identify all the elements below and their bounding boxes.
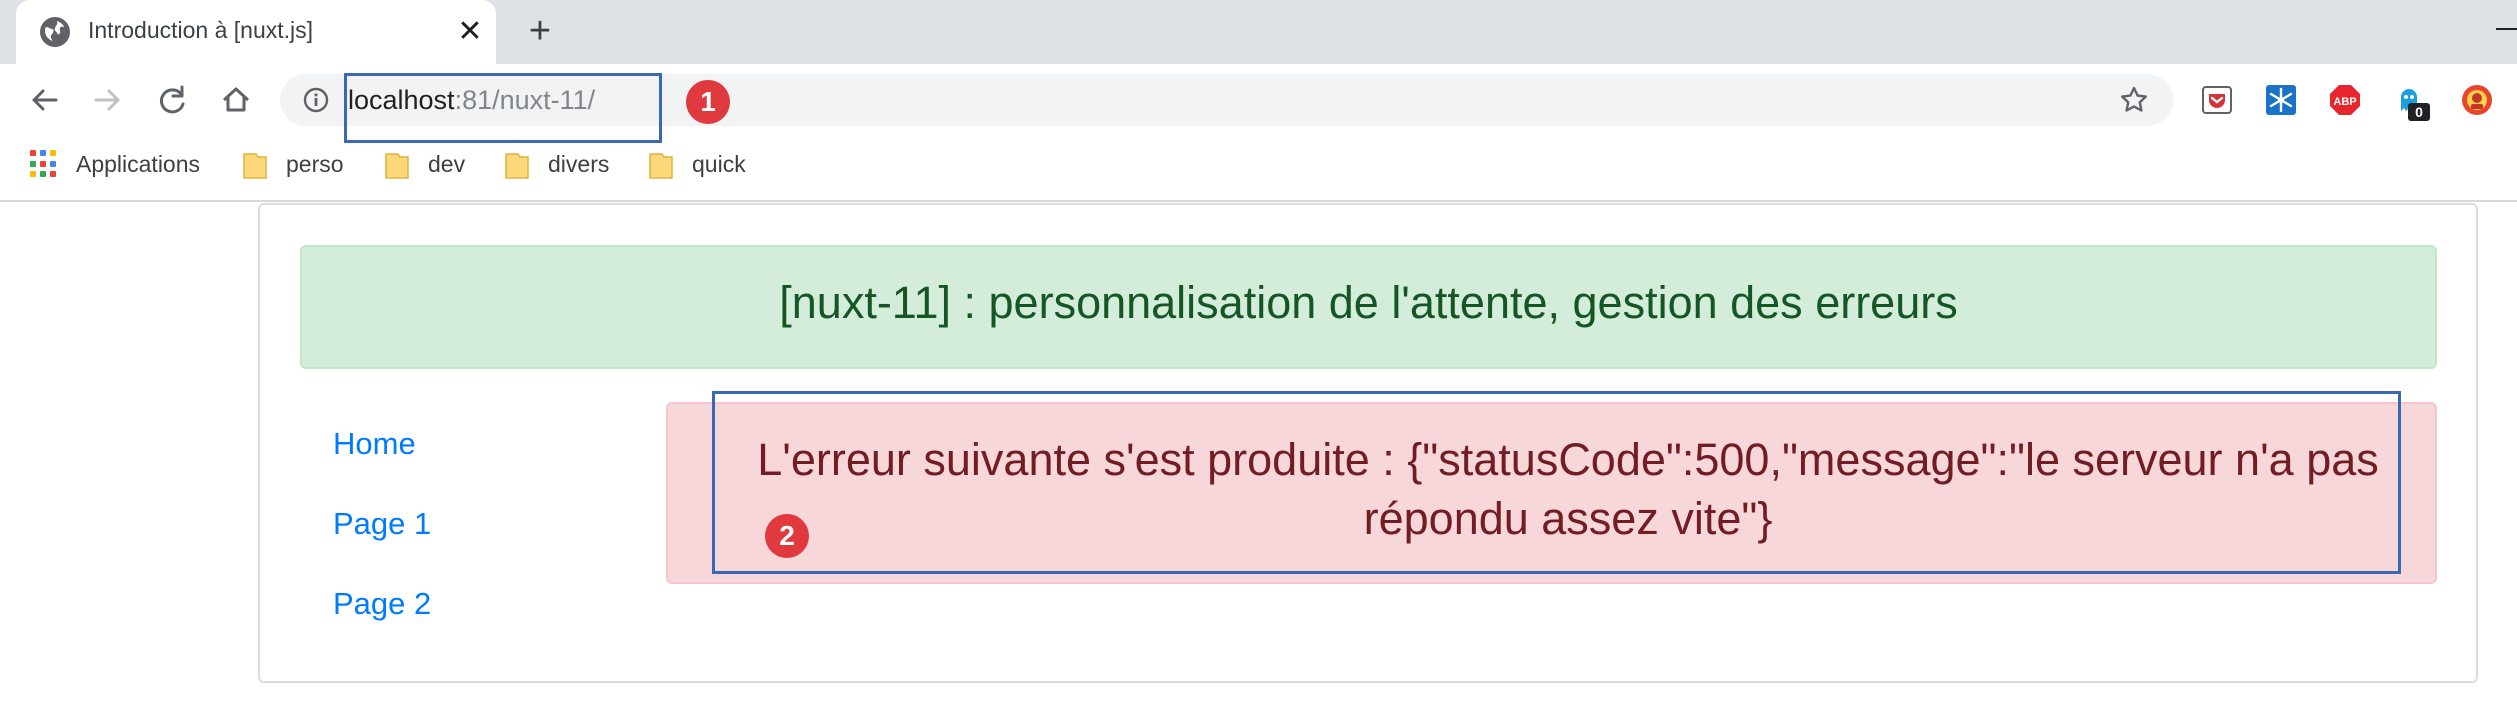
- bookmark-label: Applications: [76, 150, 201, 177]
- bookmark-applications[interactable]: Applications: [28, 148, 200, 180]
- svg-text:ABP: ABP: [2333, 96, 2356, 108]
- nav-link-page-1[interactable]: Page 1: [333, 504, 431, 544]
- tab-strip: Introduction à [nuxt.js] ✕ +: [0, 0, 2517, 64]
- bookmarks-bar: Applications perso dev divers quick: [0, 136, 2517, 202]
- page-title: [nuxt-11] : personnalisation de l'attent…: [779, 277, 1958, 328]
- bookmark-folder-perso[interactable]: perso: [242, 148, 344, 180]
- bookmark-label: dev: [428, 150, 466, 177]
- reload-icon[interactable]: [152, 80, 192, 120]
- pocket-icon[interactable]: [2200, 83, 2234, 117]
- extension-badge-count: 0: [2408, 103, 2430, 121]
- annotation-box-error: [712, 391, 2401, 574]
- bookmark-label: perso: [286, 150, 344, 177]
- tab-close-icon[interactable]: ✕: [452, 14, 488, 50]
- bookmark-folder-quick[interactable]: quick: [648, 148, 746, 180]
- extension-avatar-icon[interactable]: [2460, 83, 2494, 117]
- minimize-window-button[interactable]: [2490, 6, 2517, 36]
- folder-icon: [504, 151, 530, 179]
- bookmark-star-icon[interactable]: [2118, 84, 2150, 116]
- apps-grid-icon: [30, 150, 58, 178]
- folder-icon: [242, 151, 268, 179]
- nav-link-home[interactable]: Home: [333, 424, 416, 464]
- annotation-marker-2: 2: [765, 514, 809, 558]
- bookmark-label: quick: [692, 150, 746, 177]
- bookmark-label: divers: [548, 150, 610, 177]
- browser-tab[interactable]: Introduction à [nuxt.js] ✕: [16, 0, 496, 64]
- forward-arrow-icon[interactable]: [88, 80, 128, 120]
- page-header: [nuxt-11] : personnalisation de l'attent…: [300, 245, 2437, 369]
- annotation-box-url: [344, 73, 662, 143]
- folder-icon: [648, 151, 674, 179]
- ghostery-icon[interactable]: 0: [2392, 83, 2430, 121]
- annotation-marker-1: 1: [686, 80, 730, 124]
- back-arrow-icon[interactable]: [24, 80, 64, 120]
- globe-icon: [40, 17, 70, 47]
- adblock-plus-icon[interactable]: ABP: [2328, 83, 2362, 117]
- bookmark-folder-dev[interactable]: dev: [384, 148, 465, 180]
- new-tab-button[interactable]: +: [520, 12, 560, 52]
- site-info-icon[interactable]: [302, 86, 330, 114]
- folder-icon: [384, 151, 410, 179]
- nav-link-page-2[interactable]: Page 2: [333, 584, 431, 624]
- home-icon[interactable]: [216, 80, 256, 120]
- snowflake-extension-icon[interactable]: [2264, 83, 2298, 117]
- tab-title: Introduction à [nuxt.js]: [88, 17, 314, 43]
- bookmark-folder-divers[interactable]: divers: [504, 148, 609, 180]
